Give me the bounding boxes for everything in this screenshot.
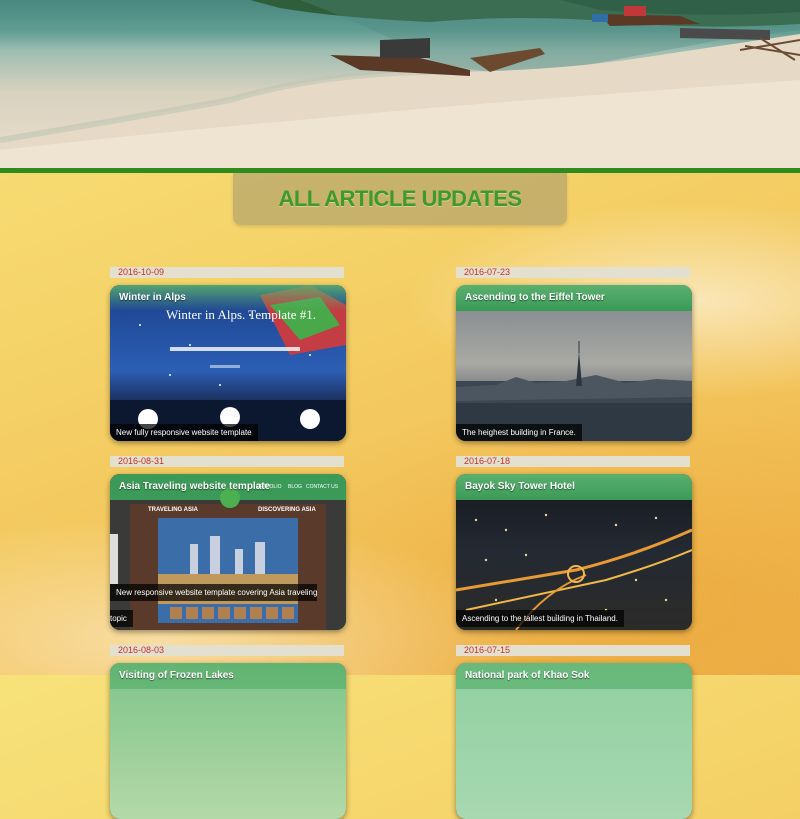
article-title[interactable]: Asia Traveling website template (119, 481, 270, 492)
section-title-box: ALL ARTICLE UPDATES (233, 173, 567, 225)
card-header: Bayok Sky Tower Hotel (456, 474, 692, 500)
article-date: 2016-08-31 (110, 456, 344, 467)
article-card-bayok-sky-tower[interactable]: Bayok Sky Tower Hotel Ascending to the t… (456, 474, 692, 630)
card-header: Visiting of Frozen Lakes (110, 663, 346, 689)
article-card-eiffel-tower[interactable]: Ascending to the Eiffel Tower The heighe… (456, 285, 692, 441)
article-date: 2016-07-23 (456, 267, 690, 278)
article-date: 2016-07-15 (456, 645, 690, 656)
card-header: Asia Traveling website template (110, 474, 346, 500)
hero-beach-image (0, 0, 800, 168)
article-date: 2016-07-18 (456, 456, 690, 467)
article-title[interactable]: Bayok Sky Tower Hotel (465, 481, 575, 492)
article-card-asia-template[interactable]: TRAVELING ASIA DISCOVERING ASIA ORTFOLIO… (110, 474, 346, 630)
article-caption: Ascending to the tallest building in Tha… (456, 610, 624, 627)
article-title[interactable]: National park of Khao Sok (465, 670, 589, 681)
card-header: Ascending to the Eiffel Tower (456, 285, 692, 311)
article-title[interactable]: Ascending to the Eiffel Tower (465, 292, 605, 303)
article-caption: New fully responsive website template (110, 424, 258, 441)
article-card-khao-sok[interactable]: National park of Khao Sok (456, 663, 692, 819)
section-title: ALL ARTICLE UPDATES (278, 186, 522, 211)
article-caption: The heighest building in France. (456, 424, 582, 441)
article-caption: New responsive website template covering… (110, 584, 318, 601)
article-date: 2016-08-03 (110, 645, 344, 656)
paris-skyline-image[interactable] (456, 311, 692, 441)
card-header: Winter in Alps (110, 285, 346, 311)
article-title[interactable]: Visiting of Frozen Lakes (119, 670, 234, 681)
article-date: 2016-10-09 (110, 267, 344, 278)
image-label: DISCOVERING ASIA (258, 507, 316, 513)
article-card-winter-in-alps[interactable]: Winter in Alps. Template #1. Winter in A… (110, 285, 346, 441)
card-header: National park of Khao Sok (456, 663, 692, 689)
image-label: TRAVELING ASIA (148, 507, 199, 513)
article-title[interactable]: Winter in Alps (119, 292, 186, 303)
article-caption-continued: topic (110, 610, 133, 627)
article-card-frozen-lakes[interactable]: Visiting of Frozen Lakes (110, 663, 346, 819)
